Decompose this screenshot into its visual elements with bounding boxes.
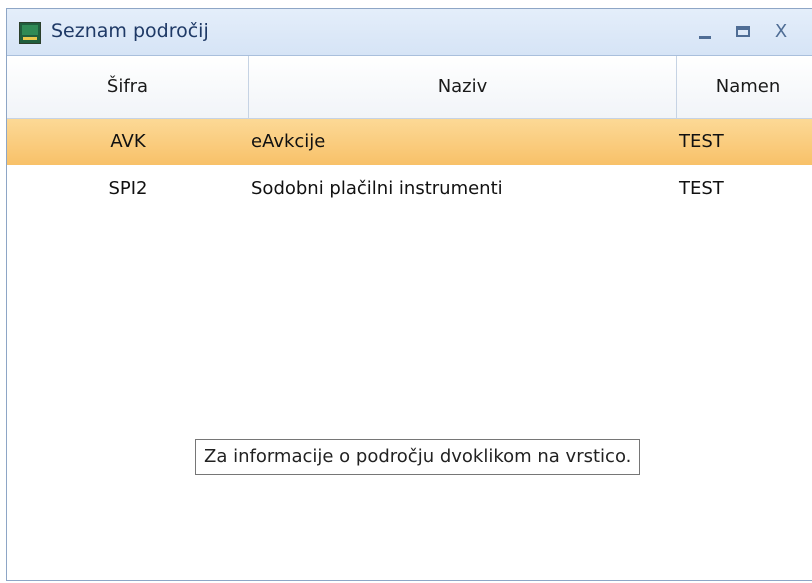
column-header-sifra[interactable]: Šifra <box>7 56 249 118</box>
table-row[interactable]: SPI2 Sodobni plačilni instrumenti TEST <box>7 166 812 212</box>
app-icon <box>19 22 41 44</box>
cell-sifra: SPI2 <box>108 178 148 199</box>
maximize-icon <box>736 26 750 37</box>
cell-namen: TEST <box>679 178 724 199</box>
hint-tooltip: Za informacije o področju dvoklikom na v… <box>195 439 641 475</box>
cell-naziv: eAvkcije <box>251 131 326 152</box>
close-icon: X <box>774 21 788 42</box>
column-header-naziv[interactable]: Naziv <box>249 56 677 118</box>
cell-sifra: AVK <box>110 131 146 152</box>
column-header-namen[interactable]: Namen <box>677 56 812 118</box>
table-header: Šifra Naziv Namen <box>7 56 812 119</box>
table-row[interactable]: AVK eAvkcije TEST <box>7 119 812 165</box>
minimize-button[interactable] <box>691 18 719 46</box>
cell-namen: TEST <box>679 131 724 152</box>
window-title: Seznam področij <box>51 20 209 42</box>
maximize-button[interactable] <box>729 18 757 46</box>
close-button[interactable]: X <box>767 18 795 46</box>
area-list-window: Seznam področij X Šifra Naziv Namen AVK … <box>6 8 812 581</box>
cell-naziv: Sodobni plačilni instrumenti <box>251 178 503 199</box>
title-bar[interactable]: Seznam področij X <box>7 9 812 56</box>
minimize-icon <box>699 36 711 39</box>
